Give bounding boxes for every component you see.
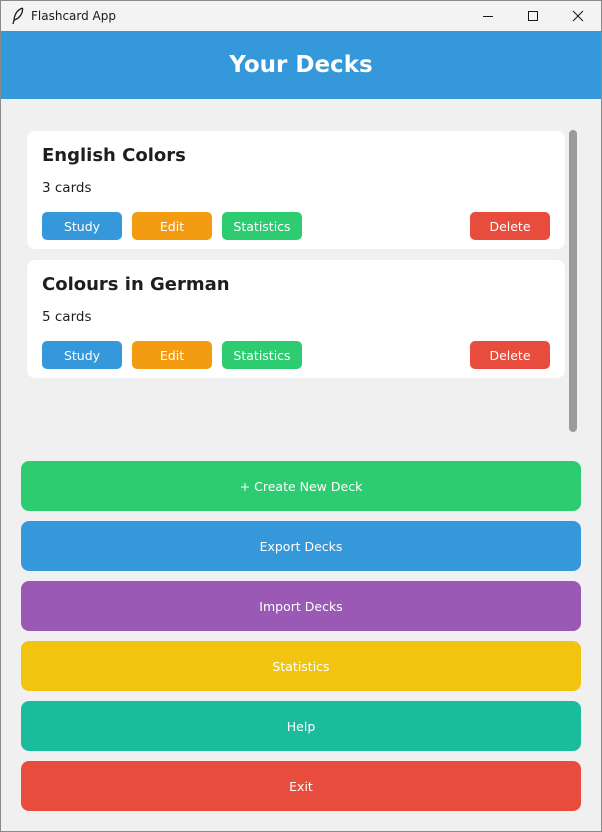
deck-title: Colours in German xyxy=(42,274,230,295)
import-decks-button[interactable]: Import Decks xyxy=(21,581,581,631)
maximize-button[interactable] xyxy=(510,1,556,31)
deck-card-count: 5 cards xyxy=(42,309,92,325)
export-decks-button[interactable]: Export Decks xyxy=(21,521,581,571)
create-deck-button[interactable]: + Create New Deck xyxy=(21,461,581,511)
window-title: Flashcard App xyxy=(31,9,116,23)
edit-button[interactable]: Edit xyxy=(132,341,212,369)
deck-card: English Colors 3 cards Study Edit Statis… xyxy=(27,131,565,249)
help-button[interactable]: Help xyxy=(21,701,581,751)
minimize-button[interactable] xyxy=(465,1,511,31)
deck-list: English Colors 3 cards Study Edit Statis… xyxy=(27,131,567,389)
exit-button[interactable]: Exit xyxy=(21,761,581,811)
statistics-button[interactable]: Statistics xyxy=(21,641,581,691)
deck-list-scrollbar[interactable] xyxy=(569,130,577,432)
close-button[interactable] xyxy=(555,1,601,31)
title-bar[interactable]: Flashcard App xyxy=(1,1,601,31)
deck-title: English Colors xyxy=(42,145,186,166)
delete-button[interactable]: Delete xyxy=(470,212,550,240)
page-title: Your Decks xyxy=(229,52,373,78)
edit-button[interactable]: Edit xyxy=(132,212,212,240)
deck-card-count: 3 cards xyxy=(42,180,92,196)
close-icon xyxy=(572,10,584,22)
page-header: Your Decks xyxy=(1,31,601,99)
maximize-icon xyxy=(528,11,538,21)
app-window: Flashcard App Your Decks English Colors … xyxy=(0,0,602,832)
study-button[interactable]: Study xyxy=(42,341,122,369)
deck-statistics-button[interactable]: Statistics xyxy=(222,341,302,369)
feather-icon xyxy=(12,7,24,25)
deck-card: Colours in German 5 cards Study Edit Sta… xyxy=(27,260,565,378)
study-button[interactable]: Study xyxy=(42,212,122,240)
minimize-icon xyxy=(483,16,493,17)
delete-button[interactable]: Delete xyxy=(470,341,550,369)
deck-statistics-button[interactable]: Statistics xyxy=(222,212,302,240)
